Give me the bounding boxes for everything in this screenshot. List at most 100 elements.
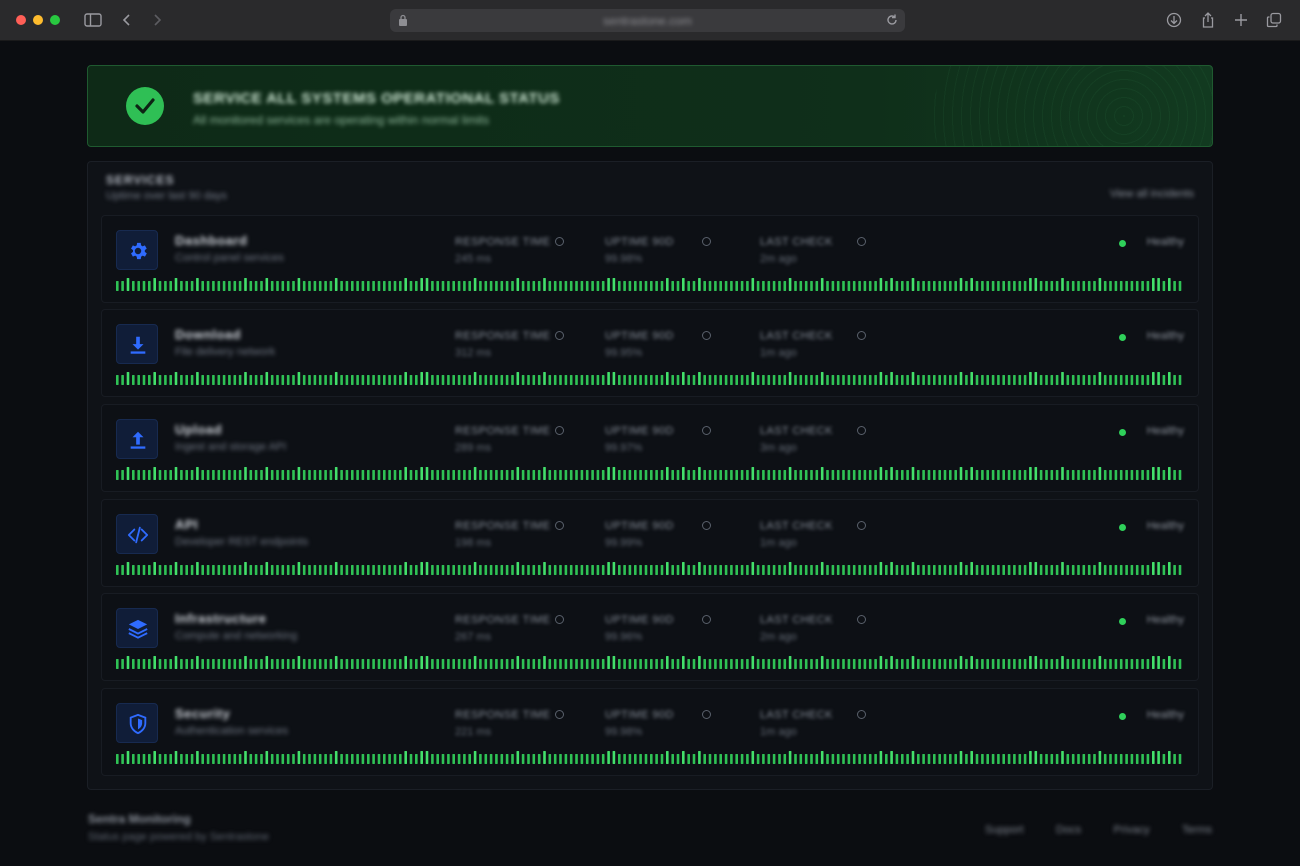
uptime-bar[interactable]	[746, 754, 749, 764]
uptime-bar[interactable]	[970, 656, 973, 669]
uptime-bar[interactable]	[1039, 375, 1043, 385]
uptime-bar[interactable]	[1119, 659, 1123, 669]
uptime-bar[interactable]	[537, 281, 541, 291]
maximize-window-button[interactable]	[50, 15, 60, 25]
uptime-bar[interactable]	[1114, 659, 1118, 669]
uptime-bar[interactable]	[420, 278, 423, 291]
uptime-bar[interactable]	[351, 659, 354, 669]
uptime-bar[interactable]	[618, 281, 621, 291]
uptime-bar[interactable]	[1055, 375, 1059, 385]
uptime-bar[interactable]	[404, 467, 407, 480]
uptime-bar[interactable]	[270, 470, 274, 480]
uptime-bar[interactable]	[569, 754, 573, 764]
uptime-bar[interactable]	[1093, 754, 1096, 764]
uptime-bar[interactable]	[260, 565, 263, 575]
uptime-bar[interactable]	[393, 281, 397, 291]
uptime-bar[interactable]	[313, 470, 317, 480]
uptime-bar[interactable]	[260, 281, 263, 291]
uptime-bar[interactable]	[1125, 659, 1128, 669]
uptime-bar[interactable]	[505, 659, 509, 669]
uptime-bar[interactable]	[399, 659, 402, 669]
uptime-bar[interactable]	[222, 659, 226, 669]
uptime-bar[interactable]	[601, 754, 605, 764]
uptime-bar[interactable]	[986, 565, 989, 575]
uptime-bar[interactable]	[735, 565, 738, 575]
uptime-bar[interactable]	[596, 659, 600, 669]
uptime-bar[interactable]	[137, 565, 140, 575]
info-icon[interactable]	[555, 331, 564, 340]
uptime-bar[interactable]	[815, 659, 819, 669]
uptime-bar[interactable]	[852, 659, 856, 669]
uptime-bar[interactable]	[318, 375, 322, 385]
uptime-bar[interactable]	[735, 754, 738, 764]
uptime-bar[interactable]	[356, 470, 359, 480]
uptime-bar[interactable]	[1162, 754, 1166, 764]
uptime-bar[interactable]	[730, 281, 733, 291]
uptime-bar[interactable]	[906, 565, 909, 575]
uptime-bar[interactable]	[772, 281, 776, 291]
uptime-bar[interactable]	[927, 375, 931, 385]
uptime-bar[interactable]	[655, 375, 658, 385]
uptime-bar[interactable]	[217, 754, 221, 764]
uptime-bar[interactable]	[1130, 470, 1134, 480]
uptime-bar[interactable]	[260, 754, 263, 764]
uptime-bar[interactable]	[820, 656, 824, 669]
uptime-bar[interactable]	[142, 659, 146, 669]
uptime-bar[interactable]	[249, 659, 253, 669]
uptime-bar[interactable]	[1023, 754, 1027, 764]
uptime-bar[interactable]	[895, 470, 899, 480]
uptime-bar[interactable]	[329, 754, 333, 764]
uptime-bar[interactable]	[505, 375, 509, 385]
uptime-bar[interactable]	[847, 470, 851, 480]
uptime-bar[interactable]	[724, 754, 728, 764]
uptime-bar[interactable]	[623, 281, 626, 291]
uptime-bar[interactable]	[447, 470, 450, 480]
uptime-bar[interactable]	[1050, 375, 1054, 385]
uptime-bar[interactable]	[981, 565, 984, 575]
uptime-bar[interactable]	[794, 565, 797, 575]
uptime-bar[interactable]	[575, 754, 578, 764]
uptime-bar[interactable]	[692, 754, 696, 764]
uptime-bar[interactable]	[1141, 281, 1144, 291]
uptime-bar[interactable]	[655, 470, 658, 480]
uptime-bar[interactable]	[842, 281, 845, 291]
uptime-bar[interactable]	[1045, 375, 1048, 385]
uptime-bar[interactable]	[954, 470, 957, 480]
uptime-bar[interactable]	[628, 470, 632, 480]
uptime-bar[interactable]	[180, 659, 183, 669]
uptime-bar[interactable]	[997, 754, 1000, 764]
uptime-bar[interactable]	[479, 754, 482, 764]
uptime-bar[interactable]	[1098, 562, 1102, 575]
uptime-bar[interactable]	[1109, 754, 1112, 764]
uptime-bar[interactable]	[158, 754, 162, 764]
uptime-bar[interactable]	[724, 659, 728, 669]
uptime-bar[interactable]	[740, 754, 744, 764]
uptime-bar[interactable]	[783, 754, 787, 764]
service-row[interactable]: Dashboard Control panel services RESPONSE …	[101, 215, 1199, 303]
uptime-bar[interactable]	[767, 659, 771, 669]
uptime-bar[interactable]	[351, 470, 354, 480]
uptime-bar[interactable]	[708, 470, 712, 480]
uptime-bar[interactable]	[868, 754, 872, 764]
uptime-bar[interactable]	[666, 656, 669, 669]
info-icon[interactable]	[555, 615, 564, 624]
uptime-bar[interactable]	[340, 281, 343, 291]
uptime-bar[interactable]	[804, 470, 808, 480]
uptime-bar[interactable]	[404, 562, 407, 575]
uptime-bar[interactable]	[1125, 754, 1128, 764]
uptime-bar[interactable]	[1173, 659, 1176, 669]
uptime-bar[interactable]	[1018, 754, 1022, 764]
uptime-bar[interactable]	[489, 281, 493, 291]
uptime-bar[interactable]	[324, 565, 327, 575]
uptime-bar[interactable]	[601, 565, 605, 575]
uptime-bar[interactable]	[1146, 565, 1150, 575]
uptime-bar[interactable]	[730, 375, 733, 385]
uptime-bar[interactable]	[479, 375, 482, 385]
uptime-bar[interactable]	[548, 659, 552, 669]
uptime-bar[interactable]	[468, 375, 471, 385]
uptime-bar[interactable]	[874, 659, 877, 669]
uptime-bar[interactable]	[276, 281, 279, 291]
uptime-bar[interactable]	[351, 281, 354, 291]
uptime-bar[interactable]	[185, 470, 188, 480]
uptime-bar[interactable]	[644, 281, 648, 291]
